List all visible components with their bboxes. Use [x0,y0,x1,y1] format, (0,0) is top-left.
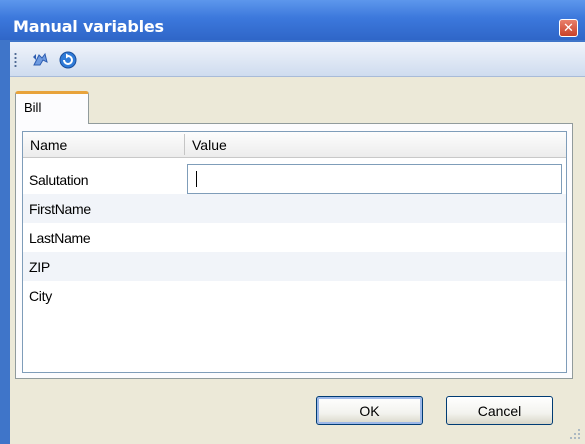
toolbar-grip[interactable] [14,52,17,68]
variables-grid: Name Value Salutation FirstName LastName… [22,131,567,373]
toolbar [10,42,585,77]
text-caret [196,171,197,187]
table-row[interactable]: City [23,281,566,310]
title-bar[interactable]: Manual variables ✕ [0,0,585,40]
tab-bill[interactable]: Bill [15,91,89,124]
row-name: LastName [29,230,91,246]
cancel-button[interactable]: Cancel [446,396,553,425]
table-row[interactable]: LastName [23,223,566,252]
undo-icon[interactable] [30,51,50,69]
grid-header: Name Value [23,132,566,158]
salutation-value-input[interactable] [187,164,562,194]
table-row[interactable]: FirstName [23,194,566,223]
row-name: Salutation [29,172,89,188]
refresh-icon[interactable] [58,51,78,69]
close-icon: ✕ [563,20,574,36]
window-title: Manual variables [13,17,164,36]
row-name: ZIP [29,259,50,275]
table-row[interactable]: ZIP [23,252,566,281]
ok-button[interactable]: OK [316,396,423,425]
resize-grip-icon[interactable] [569,428,581,440]
tab-label: Bill [24,100,42,115]
close-button[interactable]: ✕ [559,19,578,37]
column-header-value[interactable]: Value [185,132,566,157]
row-name: FirstName [29,201,91,217]
row-name: City [29,288,52,304]
column-header-name[interactable]: Name [23,132,184,157]
dialog-window: Manual variables ✕ Bill Name Value Salut… [0,0,585,444]
